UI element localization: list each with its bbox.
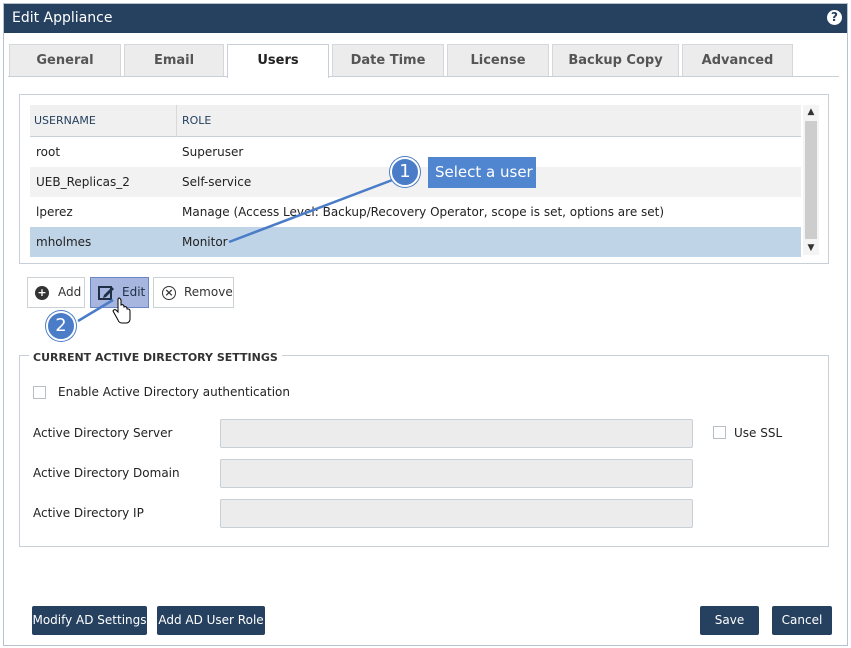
column-header-role[interactable]: ROLE xyxy=(182,114,211,127)
modify-ad-settings-button[interactable]: Modify AD Settings xyxy=(32,606,147,635)
role-cell: Superuser xyxy=(182,145,244,159)
users-panel: USERNAME ROLE root Superuser UEB_Replica… xyxy=(19,94,829,264)
save-button[interactable]: Save xyxy=(700,606,759,635)
use-ssl-checkbox[interactable] xyxy=(713,426,726,439)
scroll-thumb[interactable] xyxy=(805,121,817,239)
callout-2-badge: 2 xyxy=(46,311,76,341)
add-user-button[interactable]: + Add xyxy=(27,277,85,308)
callout-1-text: Select a user xyxy=(428,157,536,188)
tab-email[interactable]: Email xyxy=(124,44,224,76)
table-header: USERNAME ROLE xyxy=(30,105,801,137)
ad-ip-label: Active Directory IP xyxy=(33,506,144,520)
plus-icon: + xyxy=(35,286,49,300)
tab-bar: General Email Users Date Time License Ba… xyxy=(8,44,839,78)
dialog-title: Edit Appliance xyxy=(12,10,113,26)
ad-domain-input[interactable] xyxy=(220,459,693,488)
edit-icon xyxy=(98,286,114,300)
remove-icon: × xyxy=(162,286,176,300)
tab-date-time[interactable]: Date Time xyxy=(332,44,444,76)
cancel-button[interactable]: Cancel xyxy=(772,606,832,635)
tab-users[interactable]: Users xyxy=(227,44,329,78)
username-cell: root xyxy=(36,145,61,159)
tab-general[interactable]: General xyxy=(9,44,121,76)
ad-section-title: CURRENT ACTIVE DIRECTORY SETTINGS xyxy=(29,351,282,364)
tab-backup-copy[interactable]: Backup Copy xyxy=(552,44,679,76)
use-ssl-label: Use SSL xyxy=(734,426,783,440)
username-cell: lperez xyxy=(36,205,73,219)
edit-label: Edit xyxy=(122,285,146,299)
username-cell: UEB_Replicas_2 xyxy=(36,175,130,189)
table-row-selected[interactable]: mholmes Monitor xyxy=(30,227,801,257)
help-icon[interactable]: ? xyxy=(827,10,842,25)
title-bar: Edit Appliance ? xyxy=(4,4,847,33)
tab-license[interactable]: License xyxy=(447,44,549,76)
column-divider xyxy=(176,105,177,137)
role-cell: Monitor xyxy=(182,235,228,249)
table-row[interactable]: lperez Manage (Access Level: Backup/Reco… xyxy=(30,197,801,227)
ad-ip-input[interactable] xyxy=(220,499,693,528)
ad-domain-label: Active Directory Domain xyxy=(33,466,180,480)
ad-server-input[interactable] xyxy=(220,419,693,448)
enable-ad-checkbox[interactable] xyxy=(33,386,46,399)
role-cell: Manage (Access Level: Backup/Recovery Op… xyxy=(182,205,665,219)
tab-advanced[interactable]: Advanced xyxy=(682,44,793,76)
remove-user-button[interactable]: × Remove xyxy=(153,277,234,308)
table-scrollbar[interactable]: ▲ ▼ xyxy=(803,105,819,255)
add-label: Add xyxy=(58,285,82,299)
role-cell: Self-service xyxy=(182,175,252,189)
scroll-down-icon[interactable]: ▼ xyxy=(803,241,819,255)
ad-server-label: Active Directory Server xyxy=(33,426,173,440)
username-cell: mholmes xyxy=(36,235,92,249)
column-header-username[interactable]: USERNAME xyxy=(34,114,96,127)
remove-label: Remove xyxy=(184,285,233,299)
edit-user-button[interactable]: Edit xyxy=(90,277,149,308)
scroll-up-icon[interactable]: ▲ xyxy=(803,105,819,119)
enable-ad-label: Enable Active Directory authentication xyxy=(58,385,290,399)
add-ad-user-role-button[interactable]: Add AD User Role xyxy=(157,606,265,635)
callout-1-badge: 1 xyxy=(390,157,420,187)
